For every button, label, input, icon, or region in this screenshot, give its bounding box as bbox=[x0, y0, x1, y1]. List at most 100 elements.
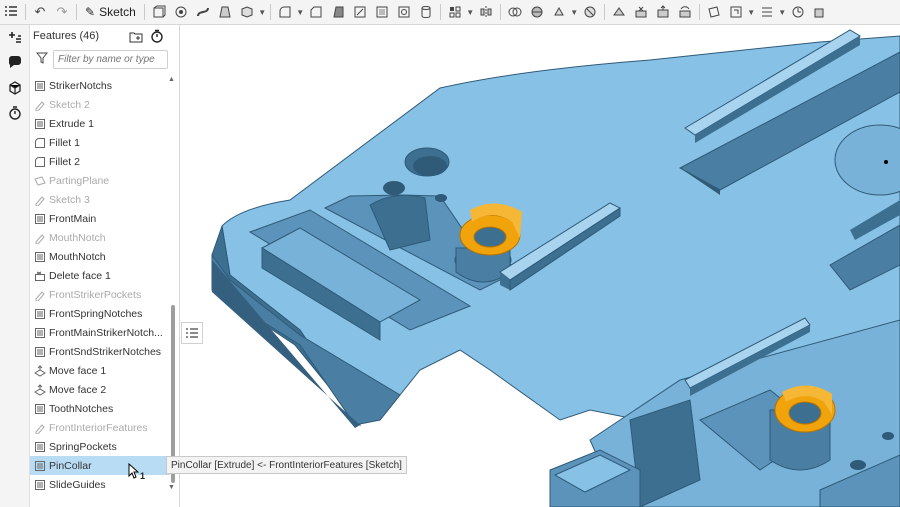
toolbar-separator bbox=[698, 4, 700, 20]
filter-row bbox=[30, 47, 179, 71]
feature-item[interactable]: Move face 1 bbox=[30, 361, 170, 380]
toolbar-separator bbox=[439, 4, 441, 20]
feature-item[interactable]: ToothNotches bbox=[30, 399, 170, 418]
feature-item-label: Fillet 1 bbox=[49, 136, 80, 149]
chevron-down-icon[interactable]: ▼ bbox=[296, 8, 305, 17]
hole-icon[interactable] bbox=[393, 1, 415, 23]
revolve-icon[interactable] bbox=[170, 1, 192, 23]
mirror-icon[interactable] bbox=[475, 1, 497, 23]
mate-connector-icon[interactable] bbox=[725, 1, 747, 23]
extrude-icon bbox=[34, 479, 46, 491]
feature-item-label: Sketch 3 bbox=[49, 193, 90, 206]
plane-icon[interactable] bbox=[703, 1, 725, 23]
chevron-down-icon[interactable]: ▼ bbox=[747, 8, 756, 17]
feature-item[interactable]: FrontStrikerPockets bbox=[30, 285, 170, 304]
parts-icon[interactable] bbox=[0, 75, 30, 100]
feature-item[interactable]: Delete face 1 bbox=[30, 266, 170, 285]
feature-item[interactable]: Sketch 3 bbox=[30, 190, 170, 209]
sketch-button-label: Sketch bbox=[99, 5, 136, 19]
replace-face-icon[interactable] bbox=[674, 1, 696, 23]
sketch-icon bbox=[34, 194, 46, 206]
chevron-down-icon[interactable]: ▼ bbox=[570, 8, 579, 17]
sweep-icon[interactable] bbox=[192, 1, 214, 23]
toolbar-separator bbox=[269, 4, 271, 20]
fillet-icon[interactable] bbox=[274, 1, 296, 23]
feature-item-label: MouthNotch bbox=[49, 231, 106, 244]
chevron-down-icon[interactable]: ▼ bbox=[466, 8, 475, 17]
history-icon[interactable] bbox=[0, 100, 30, 125]
chamfer-icon[interactable] bbox=[305, 1, 327, 23]
feature-item[interactable]: Fillet 2 bbox=[30, 152, 170, 171]
chevron-down-icon[interactable]: ▼ bbox=[778, 8, 787, 17]
feature-item[interactable]: Extrude 1 bbox=[30, 114, 170, 133]
helix-icon[interactable] bbox=[756, 1, 778, 23]
undo-icon[interactable]: ↶ bbox=[29, 1, 51, 23]
feature-item[interactable]: StrikerNotchs bbox=[30, 76, 170, 95]
cylinder-icon[interactable] bbox=[415, 1, 437, 23]
extrude-icon bbox=[34, 403, 46, 415]
boolean-icon[interactable] bbox=[504, 1, 526, 23]
measure-icon[interactable] bbox=[787, 1, 809, 23]
extrude-icon[interactable] bbox=[148, 1, 170, 23]
draft-icon[interactable] bbox=[327, 1, 349, 23]
feature-item[interactable]: PartingPlane bbox=[30, 171, 170, 190]
extrude-icon bbox=[34, 308, 46, 320]
feature-item[interactable]: SpringPockets bbox=[30, 437, 170, 456]
redo-icon[interactable]: ↷ bbox=[51, 1, 73, 23]
shell-icon[interactable] bbox=[371, 1, 393, 23]
feature-item[interactable]: MouthNotch bbox=[30, 247, 170, 266]
split-icon[interactable] bbox=[526, 1, 548, 23]
delete-face-icon[interactable] bbox=[630, 1, 652, 23]
add-folder-icon[interactable] bbox=[128, 28, 144, 44]
feature-item-label: Extrude 1 bbox=[49, 117, 94, 130]
feature-item[interactable]: Sketch 2 bbox=[30, 95, 170, 114]
part-model[interactable] bbox=[181, 25, 900, 507]
feature-list-toggle-icon[interactable] bbox=[181, 322, 203, 344]
rib-icon[interactable] bbox=[349, 1, 371, 23]
transform-icon[interactable] bbox=[548, 1, 570, 23]
feature-item[interactable]: FrontSndStrikerNotches bbox=[30, 342, 170, 361]
feature-item-label: Sketch 2 bbox=[49, 98, 90, 111]
pattern-icon[interactable] bbox=[444, 1, 466, 23]
extrude-icon bbox=[34, 118, 46, 130]
extrude-icon bbox=[34, 441, 46, 453]
modify-fillet-icon[interactable] bbox=[608, 1, 630, 23]
feature-item[interactable]: MouthNotch bbox=[30, 228, 170, 247]
feature-item[interactable]: FrontMain bbox=[30, 209, 170, 228]
filter-icon[interactable] bbox=[35, 52, 49, 67]
chevron-down-icon[interactable]: ▼ bbox=[258, 8, 267, 17]
feature-item[interactable]: Fillet 1 bbox=[30, 133, 170, 152]
feature-item[interactable]: Move face 2 bbox=[30, 380, 170, 399]
feature-panel-header: Features (46) bbox=[30, 25, 179, 47]
graphics-viewport[interactable] bbox=[181, 25, 900, 507]
toolbar-separator bbox=[76, 4, 77, 20]
feature-item-label: PartingPlane bbox=[49, 174, 110, 187]
section-view-icon[interactable] bbox=[809, 1, 831, 23]
feature-item-label: Move face 2 bbox=[49, 383, 107, 396]
feature-item[interactable]: FrontSpringNotches bbox=[30, 304, 170, 323]
feature-item[interactable]: SlideGuides bbox=[30, 475, 170, 494]
move-face-icon[interactable] bbox=[652, 1, 674, 23]
feature-item[interactable]: FrontInteriorFeatures bbox=[30, 418, 170, 437]
feature-item-label: PinCollar bbox=[49, 459, 92, 472]
feature-panel: Features (46) StrikerNotchs Sketch 2 Extru… bbox=[30, 25, 180, 507]
toolbar: ↶ ↷ ✎ Sketch ▼ ▼ ▼ ▼ ▼ ▼ bbox=[0, 0, 900, 25]
rollback-timer-icon[interactable] bbox=[149, 28, 165, 44]
loft-icon[interactable] bbox=[214, 1, 236, 23]
filter-input[interactable] bbox=[53, 49, 168, 69]
feature-item[interactable]: FrontMainStrikerNotch... bbox=[30, 323, 170, 342]
thicken-icon[interactable] bbox=[236, 1, 258, 23]
extrude-icon bbox=[34, 460, 46, 472]
feature-list-icon[interactable] bbox=[0, 1, 22, 23]
sketch-icon bbox=[34, 289, 46, 301]
scroll-up-arrow[interactable]: ▲ bbox=[168, 76, 175, 83]
comments-icon[interactable] bbox=[0, 50, 30, 75]
insert-feature-icon[interactable] bbox=[0, 25, 30, 50]
delete-part-icon[interactable] bbox=[579, 1, 601, 23]
feature-item-label: FrontSndStrikerNotches bbox=[49, 345, 162, 358]
feature-item-label: FrontStrikerPockets bbox=[49, 288, 142, 301]
feature-item[interactable]: PinCollar bbox=[30, 456, 170, 475]
toolbar-separator bbox=[143, 4, 145, 20]
sketch-button[interactable]: ✎ Sketch bbox=[80, 1, 141, 23]
scroll-down-arrow[interactable]: ▼ bbox=[168, 484, 175, 491]
